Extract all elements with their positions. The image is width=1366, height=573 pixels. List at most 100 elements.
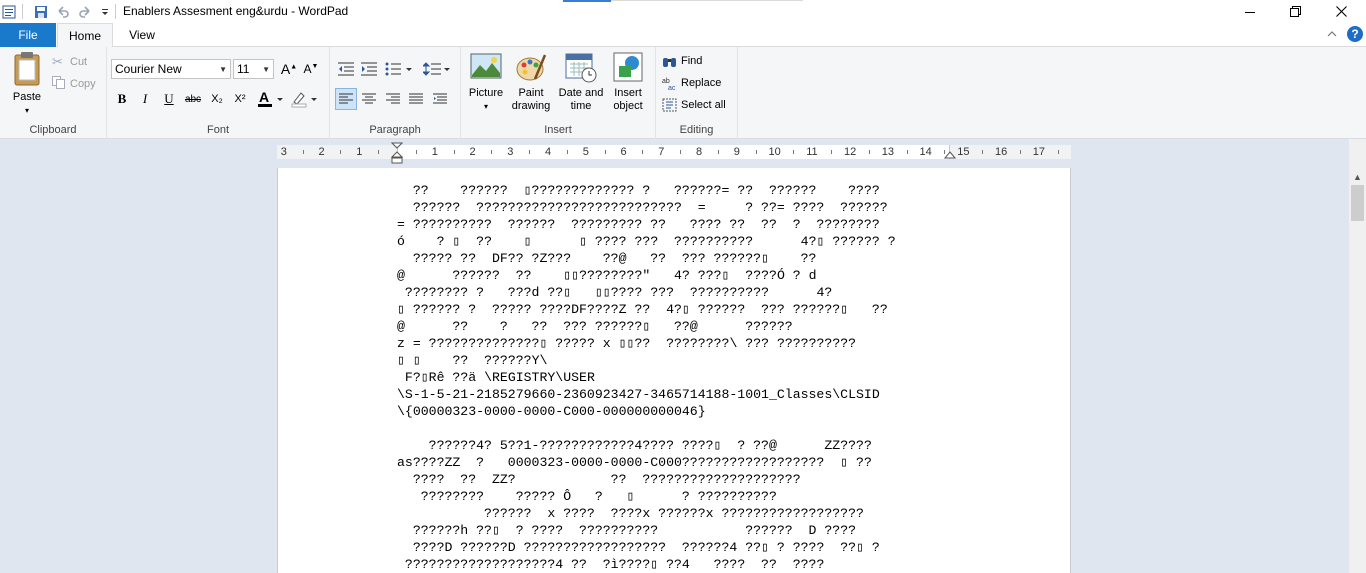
picture-label: Picture <box>468 87 504 99</box>
find-button[interactable]: Find <box>662 51 702 71</box>
document-line[interactable]: ???????????????????4 ?? ?ì????▯ ??4 ????… <box>397 556 896 573</box>
document-line[interactable]: \S-1-5-21-2185279660-2360923427-34657141… <box>397 386 896 403</box>
document-line[interactable]: ▯ ▯ ?? ??????Y\ <box>397 352 896 369</box>
scroll-thumb[interactable] <box>1351 185 1364 221</box>
document-line[interactable]: ?????? x ???? ????x ??????x ????????????… <box>397 505 896 522</box>
ruler-tick <box>982 150 984 154</box>
bullet-list-icon <box>385 62 412 76</box>
strikethrough-button[interactable]: abc <box>182 88 204 110</box>
customize-quick-access-icon[interactable] <box>96 3 114 21</box>
font-family-select[interactable]: Courier New ▼ <box>111 59 231 79</box>
document-line[interactable]: z = ??????????????▯ ????? x ▯▯?? ???????… <box>397 335 896 352</box>
document-line[interactable]: F?▯Rê ??ä \REGISTRY\USER <box>397 369 896 386</box>
document-line[interactable]: = ?????????? ?????? ????????? ?? ???? ??… <box>397 216 896 233</box>
ruler-tick <box>378 150 380 154</box>
paste-button[interactable]: Paste ▾ <box>6 51 48 117</box>
ruler-number: 3 <box>507 146 514 158</box>
document-line[interactable] <box>397 420 896 437</box>
document-line[interactable]: \{00000323-0000-0000-C000-000000000046} <box>397 403 896 420</box>
ruler-number: 16 <box>995 146 1008 158</box>
collapse-ribbon-icon[interactable] <box>1326 28 1338 43</box>
restore-button[interactable] <box>1272 0 1318 23</box>
insert-group: Picture ▾ Paint drawing Date and time In… <box>461 47 656 139</box>
redo-icon[interactable] <box>76 3 94 21</box>
ruler-number: 15 <box>957 146 970 158</box>
scroll-up-arrow-icon[interactable]: ▲ <box>1349 168 1366 185</box>
ruler-tick <box>491 150 493 154</box>
ruler-tick <box>793 150 795 154</box>
ruler-tick <box>1019 150 1021 154</box>
help-icon[interactable]: ? <box>1347 26 1363 42</box>
ruler-number: 9 <box>733 146 740 158</box>
tab-view[interactable]: View <box>120 23 164 47</box>
justify-button[interactable] <box>405 88 427 110</box>
document-line[interactable]: ???????? ? ???d ??▯ ▯▯???? ??? ?????????… <box>397 284 896 301</box>
title-accent-line <box>563 0 611 2</box>
select-all-label: Select all <box>681 99 726 111</box>
insert-object-button[interactable]: Insert object <box>608 51 648 113</box>
save-icon[interactable] <box>32 3 50 21</box>
wordpad-app-icon[interactable] <box>0 3 18 21</box>
scissors-icon: ✂ <box>52 54 63 69</box>
text-color-button[interactable]: A <box>255 88 287 110</box>
cut-button[interactable]: ✂ Cut <box>52 52 87 72</box>
document-line[interactable]: ???????? ????? Ô ? ▯ ? ?????????? <box>397 488 896 505</box>
increase-indent-button[interactable] <box>358 58 380 80</box>
line-spacing-button[interactable] <box>422 58 452 80</box>
shrink-font-button[interactable]: A▼ <box>300 58 322 80</box>
document-text[interactable]: ?? ?????? ▯????????????? ? ??????= ?? ??… <box>397 182 896 573</box>
picture-dropdown-icon[interactable]: ▾ <box>466 100 506 113</box>
minimize-button[interactable] <box>1227 0 1273 23</box>
vertical-scrollbar[interactable]: ▲ <box>1349 168 1366 573</box>
subscript-button[interactable]: X₂ <box>206 88 228 110</box>
align-right-button[interactable] <box>382 88 404 110</box>
superscript-button[interactable]: X² <box>229 88 251 110</box>
copy-button[interactable]: Copy <box>52 74 96 94</box>
first-line-indent-marker[interactable] <box>390 142 404 167</box>
font-size-select[interactable]: 11 ▼ <box>233 59 274 79</box>
ribbon: Paste ▾ ✂ Cut Copy Clipboard Courier New… <box>0 47 1366 139</box>
decrease-indent-button[interactable] <box>335 58 357 80</box>
document-line[interactable]: ????D ??????D ?????????????????? ??????4… <box>397 539 896 556</box>
document-line[interactable]: ?? ?????? ▯????????????? ? ??????= ?? ??… <box>397 182 896 199</box>
font-size-value: 11 <box>237 62 250 76</box>
close-button[interactable] <box>1318 0 1364 23</box>
document-page[interactable]: ?? ?????? ▯????????????? ? ??????= ?? ??… <box>277 168 1071 573</box>
tab-home[interactable]: Home <box>57 23 113 48</box>
grow-font-button[interactable]: A▲ <box>278 58 300 80</box>
document-line[interactable]: ????? ?? DF?? ?Z??? ??@ ?? ??? ??????▯ ?… <box>397 250 896 267</box>
paint-drawing-button[interactable]: Paint drawing <box>508 51 554 113</box>
paragraph-settings-button[interactable] <box>429 88 451 110</box>
bullets-button[interactable] <box>384 58 414 80</box>
document-line[interactable]: @ ?????? ?? ▯▯????????" 4? ???▯ ????Ó ? … <box>397 267 896 284</box>
replace-button[interactable]: ab ac Replace <box>662 73 721 93</box>
align-left-button[interactable] <box>335 88 357 110</box>
document-line[interactable]: ??????h ??▯ ? ???? ?????????? ?????? D ?… <box>397 522 896 539</box>
ruler-number: 2 <box>469 146 476 158</box>
italic-button[interactable]: I <box>134 88 156 110</box>
undo-icon[interactable] <box>54 3 72 21</box>
ruler-tick <box>642 150 644 154</box>
document-line[interactable]: ???? ?? ZZ? ?? ???????????????????? <box>397 471 896 488</box>
insert-object-label-2: object <box>613 100 643 112</box>
highlight-color-button[interactable] <box>289 88 321 110</box>
paste-label: Paste <box>12 91 42 103</box>
document-line[interactable]: @ ?? ? ?? ??? ??????▯ ??@ ?????? <box>397 318 896 335</box>
document-line[interactable]: ?????? ?????????????????????????? = ? ??… <box>397 199 896 216</box>
tab-file[interactable]: File <box>0 23 56 47</box>
picture-button[interactable]: Picture ▾ <box>466 51 506 113</box>
align-right-icon <box>386 93 400 104</box>
paste-dropdown-icon[interactable]: ▾ <box>6 104 48 117</box>
select-all-button[interactable]: Select all <box>662 95 726 115</box>
date-time-button[interactable]: Date and time <box>558 51 604 113</box>
document-line[interactable]: ??????4? 5??1-????????????4???? ????▯ ? … <box>397 437 896 454</box>
paste-icon <box>14 52 40 86</box>
bold-button[interactable]: B <box>111 88 133 110</box>
align-center-button[interactable] <box>358 88 380 110</box>
document-line[interactable]: ó ? ▯ ?? ▯ ▯ ???? ??? ?????????? 4?▯ ???… <box>397 233 896 250</box>
document-line[interactable]: ▯ ?????? ? ????? ????DF????Z ?? 4?▯ ????… <box>397 301 896 318</box>
right-indent-marker[interactable] <box>943 150 957 164</box>
underline-button[interactable]: U <box>158 88 180 110</box>
document-line[interactable]: as????ZZ ? 0000323-0000-0000-C000???????… <box>397 454 896 471</box>
title-divider-line <box>611 0 803 1</box>
